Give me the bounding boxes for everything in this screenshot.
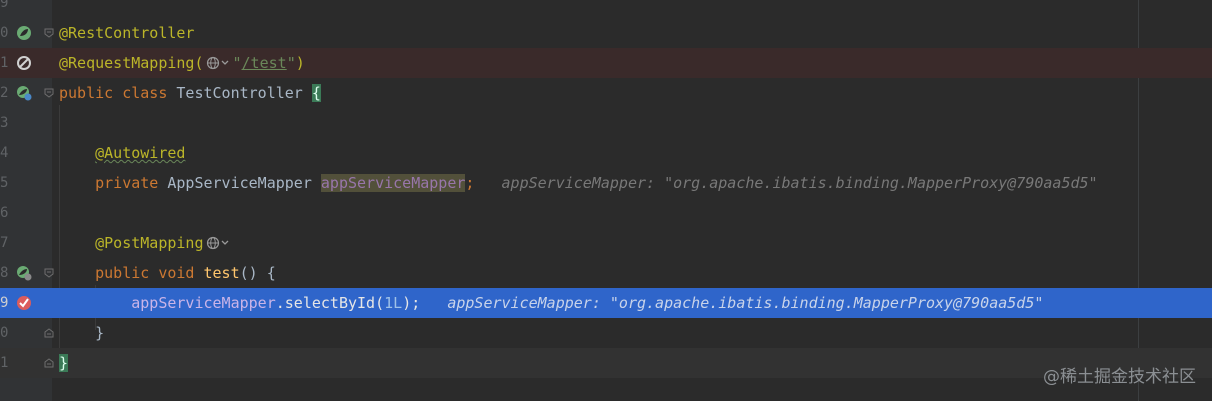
line-number: 9 — [0, 295, 9, 311]
line-number: 3 — [0, 115, 9, 131]
line-number: 7 — [0, 235, 9, 251]
keyword: public void — [95, 264, 204, 282]
statement-end: ); — [402, 294, 421, 312]
globe-icon[interactable] — [206, 236, 232, 250]
keyword: public class — [59, 84, 177, 102]
string-quote: " — [286, 54, 296, 72]
annotation: @PostMapping — [95, 234, 204, 252]
code-text[interactable]: appServiceMapper.selectById(1L); appServ… — [59, 288, 1043, 318]
method-params: () { — [239, 264, 276, 282]
number-literal: 1L — [384, 294, 403, 312]
breakpoint-icon[interactable] — [16, 295, 32, 311]
field-name: appServiceMapper — [131, 294, 276, 312]
annotation: @RestController — [59, 24, 195, 42]
code-text[interactable]: @Autowired — [59, 138, 185, 168]
code-text[interactable]: public class TestController { — [59, 78, 321, 108]
fold-icon[interactable] — [44, 328, 54, 338]
type-name: AppServiceMapper — [167, 174, 321, 192]
code-line[interactable]: 7 @PostMapping — [0, 228, 1212, 258]
line-number: 6 — [0, 205, 9, 221]
line-number: 0 — [0, 25, 9, 41]
code-text[interactable]: @PostMapping — [59, 228, 233, 258]
url-path-link[interactable]: /test — [242, 54, 287, 72]
code-line[interactable]: 0 } — [0, 318, 1212, 348]
method-name: test — [203, 264, 240, 282]
debug-inline-value: appServiceMapper: "org.apache.ibatis.bin… — [501, 174, 1098, 192]
code-line[interactable]: 0 @RestController — [0, 18, 1212, 48]
watermark: @稀土掘金技术社区 — [1043, 367, 1196, 387]
code-text[interactable]: private AppServiceMapper appServiceMappe… — [59, 168, 1098, 198]
line-number: 1 — [0, 355, 9, 371]
fold-icon[interactable] — [44, 268, 54, 278]
fold-icon[interactable] — [44, 358, 54, 368]
code-line[interactable]: 4 @Autowired — [0, 138, 1212, 168]
debug-inline-value: appServiceMapper: "org.apache.ibatis.bin… — [447, 294, 1044, 312]
code-line-disabled-breakpoint[interactable]: 1 @RequestMapping( "/test") — [0, 48, 1212, 78]
annotation: @RequestMapping( — [59, 54, 204, 72]
spring-web-endpoint-icon[interactable] — [16, 265, 32, 281]
field-name: appServiceMapper — [320, 174, 466, 192]
brace: } — [95, 324, 105, 342]
line-number: 9 — [0, 0, 9, 11]
code-line[interactable]: 1 } — [0, 348, 1212, 378]
semicolon: ; — [465, 174, 475, 192]
line-number: 8 — [0, 265, 9, 281]
code-text[interactable]: public void test() { — [59, 258, 276, 288]
line-number: 2 — [0, 85, 9, 101]
string-quote: " — [232, 54, 242, 72]
code-line[interactable]: 3 — [0, 108, 1212, 138]
globe-icon[interactable] — [206, 56, 232, 70]
code-text[interactable]: @RequestMapping( "/test") — [59, 48, 305, 78]
code-text[interactable]: @RestController — [59, 18, 194, 48]
current-execution-line[interactable]: 9 appServiceMapper.selectById(1L); appSe… — [0, 288, 1212, 318]
code-line[interactable]: 5 private AppServiceMapper appServiceMap… — [0, 168, 1212, 198]
code-line[interactable]: 2 public class TestController { — [0, 78, 1212, 108]
disabled-breakpoint-icon[interactable] — [16, 55, 32, 71]
method-call: .selectById( — [275, 294, 385, 312]
annotation: @Autowired — [95, 144, 186, 162]
class-name: TestController — [176, 84, 312, 102]
line-number: 0 — [0, 325, 9, 341]
line-number: 5 — [0, 175, 9, 191]
code-line[interactable]: 8 public void test() { — [0, 258, 1212, 288]
brace-highlight: } — [59, 354, 69, 372]
paren: ) — [295, 54, 305, 72]
fold-icon[interactable] — [44, 88, 54, 98]
line-number: 4 — [0, 145, 9, 161]
keyword: private — [95, 174, 168, 192]
code-line[interactable]: 9 — [0, 0, 1212, 18]
line-number: 1 — [0, 55, 9, 71]
fold-icon[interactable] — [44, 28, 54, 38]
spring-bean-web-icon[interactable] — [16, 85, 32, 101]
code-text[interactable]: } — [59, 348, 69, 378]
code-line[interactable]: 6 — [0, 198, 1212, 228]
brace-highlight: { — [311, 84, 321, 102]
code-text[interactable]: } — [59, 318, 104, 348]
spring-bean-icon[interactable] — [16, 25, 32, 41]
